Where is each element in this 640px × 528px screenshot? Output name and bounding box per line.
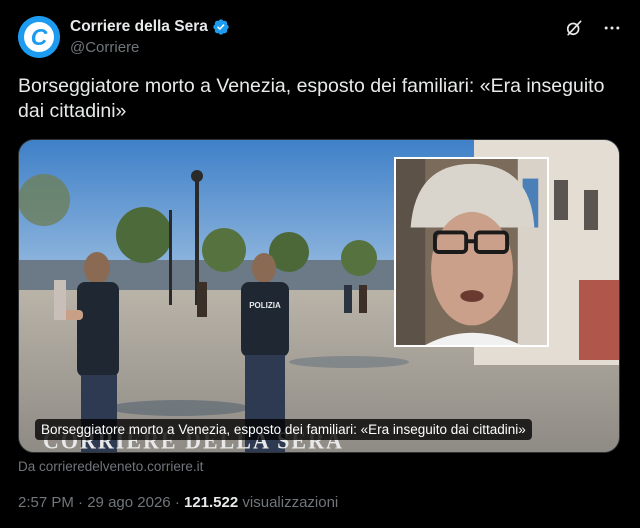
tweet-header: C Corriere della Sera @Corriere [18, 16, 622, 60]
meta-separator-2: · [174, 494, 180, 511]
verified-icon [213, 19, 229, 35]
inset-interview [394, 157, 549, 347]
account-names: Corriere della Sera @Corriere [70, 18, 230, 56]
interviewee-image [396, 159, 547, 345]
account-handle[interactable]: @Corriere [70, 39, 230, 56]
display-name[interactable]: Corriere della Sera [70, 18, 230, 36]
tweet-meta: 2:57 PM · 29 ago 2026 · 121.522 visualiz… [18, 494, 338, 511]
tweet-time[interactable]: 2:57 PM [18, 494, 74, 511]
views-count: 121.522 [183, 494, 239, 511]
tweet-text: Borseggiatore morto a Venezia, esposto d… [18, 75, 605, 122]
views-label: visualizzazioni [242, 494, 339, 511]
svg-text:POLIZIA: POLIZIA [249, 301, 281, 310]
display-name-text[interactable]: Corriere della Sera [70, 18, 208, 36]
link-source[interactable]: Da corrieredelveneto.corriere.it [18, 459, 203, 474]
avatar[interactable]: C [18, 16, 60, 58]
svg-text:C: C [31, 24, 48, 50]
meta-separator: · [78, 494, 84, 511]
header-actions [564, 18, 622, 38]
corriere-logo-icon: C [18, 16, 60, 58]
tweet-date[interactable]: 29 ago 2026 [87, 494, 170, 511]
media-caption: Borseggiatore morto a Venezia, esposto d… [35, 419, 532, 440]
grok-icon[interactable] [564, 18, 584, 38]
more-icon[interactable] [602, 18, 622, 38]
media-video[interactable]: POLIZIA CORRIERE DELLA SERA Borseggiator… [18, 139, 620, 453]
